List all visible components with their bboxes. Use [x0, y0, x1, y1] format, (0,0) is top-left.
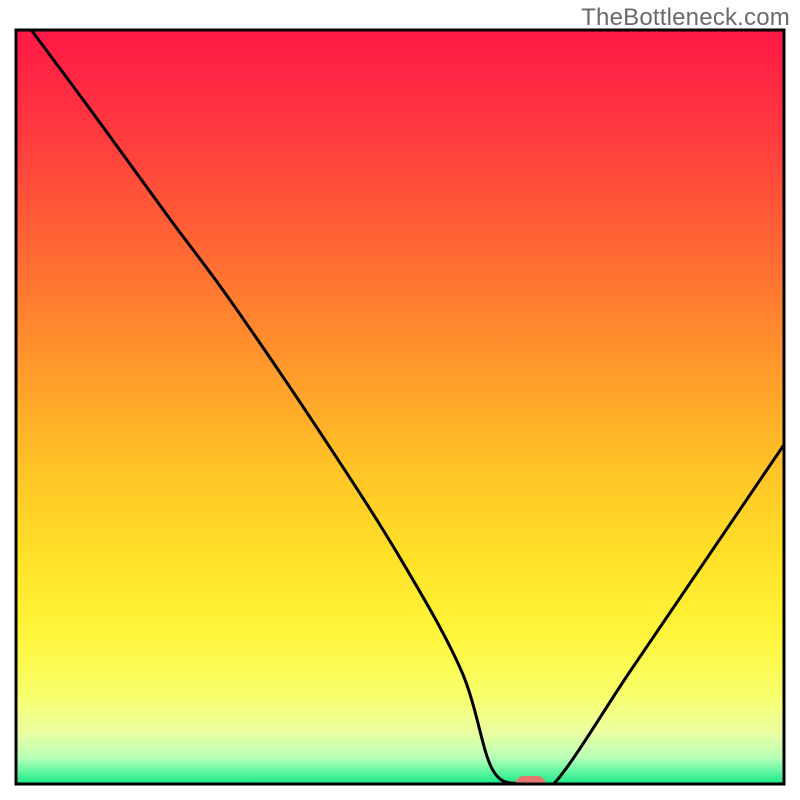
chart-container: TheBottleneck.com	[0, 0, 800, 800]
chart-svg	[0, 0, 800, 800]
gradient-background	[16, 30, 784, 784]
watermark-text: TheBottleneck.com	[581, 4, 790, 32]
